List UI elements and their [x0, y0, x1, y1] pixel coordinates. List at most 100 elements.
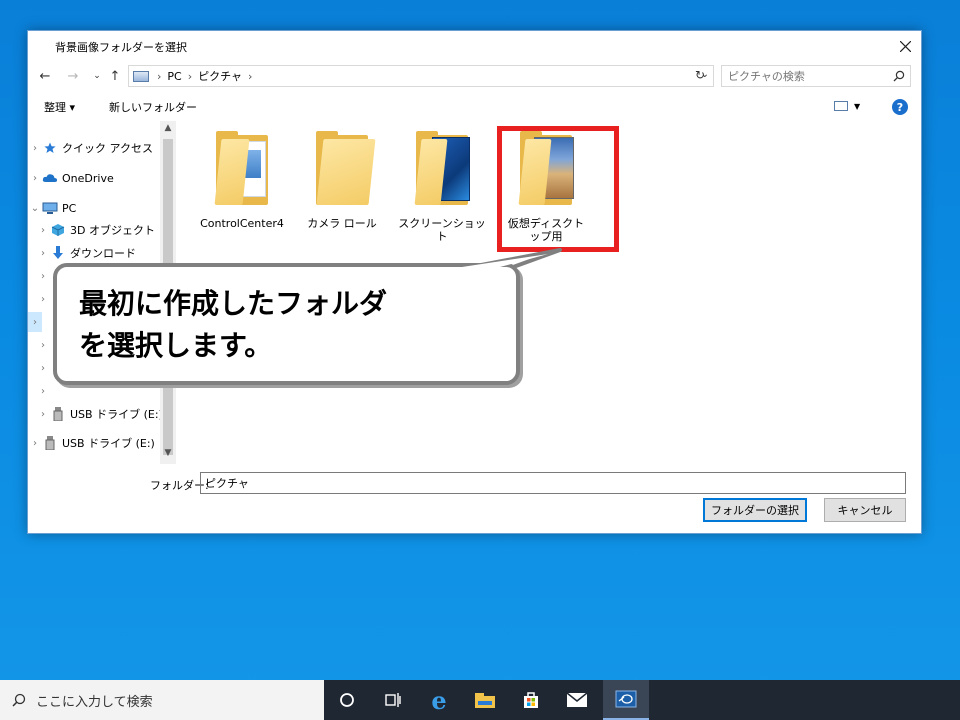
- tree-item-3d-objects[interactable]: › 3D オブジェクト: [36, 220, 155, 240]
- breadcrumb-separator-icon: ›: [187, 69, 193, 83]
- chevron-down-icon: ⌄: [93, 71, 101, 81]
- edge-icon: e: [431, 685, 447, 715]
- up-button[interactable]: ↑: [106, 67, 124, 85]
- view-icon: [834, 101, 848, 111]
- tree-item-label: クイック アクセス: [62, 142, 153, 155]
- taskbar-search[interactable]: ここに入力して検索: [0, 680, 324, 720]
- title-bar: 背景画像フォルダーを選択: [28, 31, 921, 61]
- usb-icon: [50, 407, 66, 421]
- folder-label: カメラ ロール: [307, 217, 377, 230]
- task-view-icon: [385, 693, 401, 707]
- tree-item-selected-marker[interactable]: ›: [28, 312, 42, 332]
- usb-icon: [42, 436, 58, 450]
- arrow-up-icon: ↑: [109, 68, 121, 84]
- tree-item-usb-drive-nested[interactable]: › USB ドライブ (E:): [36, 404, 163, 424]
- view-options-button[interactable]: ▼: [834, 101, 860, 111]
- chevron-right-icon[interactable]: ›: [36, 248, 50, 259]
- arrow-right-icon: →: [67, 68, 79, 84]
- pc-location-icon: [133, 70, 149, 82]
- folder-camera-roll[interactable]: カメラ ロール: [294, 121, 390, 230]
- breadcrumb-separator-icon: ›: [248, 69, 253, 83]
- address-bar[interactable]: › PC › ピクチャ › ⌄: [128, 65, 714, 87]
- download-icon: [50, 246, 66, 260]
- folder-icon: [210, 131, 274, 211]
- select-folder-button[interactable]: フォルダーの選択: [703, 498, 807, 522]
- task-view-button[interactable]: [370, 680, 416, 720]
- app-icon: [615, 690, 637, 708]
- cortana-icon: [340, 693, 354, 707]
- tree-item-label: 3D オブジェクト: [70, 224, 155, 237]
- folder-field[interactable]: [200, 472, 906, 494]
- active-app-button[interactable]: [603, 680, 649, 720]
- tree-item-onedrive[interactable]: › OneDrive: [28, 168, 114, 188]
- tree-item-quick-access[interactable]: › クイック アクセス: [28, 138, 153, 158]
- highlight-box: [497, 126, 619, 252]
- chevron-right-icon[interactable]: ›: [28, 438, 42, 449]
- chevron-right-icon[interactable]: ›: [36, 271, 50, 282]
- cortana-button[interactable]: [324, 680, 370, 720]
- chevron-right-icon[interactable]: ›: [36, 340, 50, 351]
- folder-controlcenter4[interactable]: ControlCenter4: [194, 121, 290, 230]
- folder-icon: [410, 131, 474, 211]
- store-icon: [524, 692, 538, 708]
- chevron-right-icon[interactable]: ›: [36, 409, 50, 420]
- refresh-icon: ↻: [694, 68, 706, 82]
- edge-button[interactable]: e: [416, 680, 462, 720]
- cube-icon: [50, 223, 66, 237]
- tree-item-hidden-1[interactable]: ›: [36, 266, 50, 286]
- arrow-left-icon: ←: [39, 68, 51, 84]
- back-button[interactable]: ←: [36, 67, 54, 85]
- computer-icon: [42, 201, 58, 215]
- dialog-title: 背景画像フォルダーを選択: [55, 41, 187, 54]
- explorer-icon: [475, 693, 495, 708]
- tree-item-label: ダウンロード: [70, 247, 136, 260]
- search-icon: [12, 693, 26, 707]
- breadcrumb-separator-icon: ›: [157, 69, 162, 83]
- folder-screenshots[interactable]: スクリーンショット: [394, 121, 490, 243]
- tree-item-hidden-5[interactable]: ›: [36, 381, 50, 401]
- breadcrumb-pc[interactable]: PC: [167, 70, 181, 83]
- chevron-right-icon[interactable]: ›: [28, 317, 42, 328]
- taskbar-search-placeholder: ここに入力して検索: [36, 694, 153, 710]
- file-explorer-button[interactable]: [462, 680, 508, 720]
- tree-item-pc[interactable]: ⌄ PC: [28, 198, 77, 218]
- mail-button[interactable]: [554, 680, 600, 720]
- command-bar: 整理 ▾ 新しいフォルダー ▼ ?: [28, 93, 921, 119]
- search-input[interactable]: [728, 69, 878, 83]
- star-icon: [42, 141, 58, 155]
- chevron-right-icon[interactable]: ›: [28, 173, 42, 184]
- search-box[interactable]: [721, 65, 911, 87]
- tree-item-usb-drive[interactable]: › USB ドライブ (E:): [28, 433, 155, 453]
- store-button[interactable]: [508, 680, 554, 720]
- scroll-up-icon[interactable]: ▲: [160, 123, 176, 137]
- chevron-down-icon[interactable]: ⌄: [28, 203, 42, 214]
- recent-locations-button[interactable]: ⌄: [88, 67, 106, 85]
- taskbar: ここに入力して検索 e: [0, 680, 960, 720]
- tree-item-hidden-4[interactable]: ›: [36, 358, 50, 378]
- chevron-right-icon[interactable]: ›: [36, 294, 50, 305]
- breadcrumb-pictures[interactable]: ピクチャ: [198, 68, 242, 84]
- refresh-button[interactable]: ↻: [690, 68, 710, 86]
- mail-icon: [566, 692, 588, 707]
- new-folder-button[interactable]: 新しいフォルダー: [109, 99, 197, 115]
- chevron-down-icon: ▼: [854, 101, 861, 111]
- close-icon: [899, 40, 911, 52]
- organize-button[interactable]: 整理 ▾: [44, 99, 75, 115]
- folder-name-input[interactable]: [205, 476, 905, 490]
- tree-item-hidden-2[interactable]: ›: [36, 289, 50, 309]
- tree-item-hidden-3[interactable]: ›: [36, 335, 50, 355]
- chevron-right-icon[interactable]: ›: [36, 386, 50, 397]
- chevron-right-icon[interactable]: ›: [36, 225, 50, 236]
- forward-button[interactable]: →: [64, 67, 82, 85]
- chevron-right-icon[interactable]: ›: [36, 363, 50, 374]
- cancel-button[interactable]: キャンセル: [824, 498, 906, 522]
- help-icon[interactable]: ?: [892, 99, 908, 115]
- scroll-down-icon[interactable]: ▼: [160, 448, 176, 462]
- chevron-right-icon[interactable]: ›: [28, 143, 42, 154]
- search-icon: [893, 70, 905, 82]
- tree-item-downloads[interactable]: › ダウンロード: [36, 243, 136, 263]
- close-button[interactable]: [889, 31, 921, 61]
- tree-item-label: USB ドライブ (E:): [70, 408, 163, 421]
- folder-icon: [310, 131, 376, 211]
- instruction-callout: 最初に作成したフォルダ を選択します。: [53, 263, 520, 385]
